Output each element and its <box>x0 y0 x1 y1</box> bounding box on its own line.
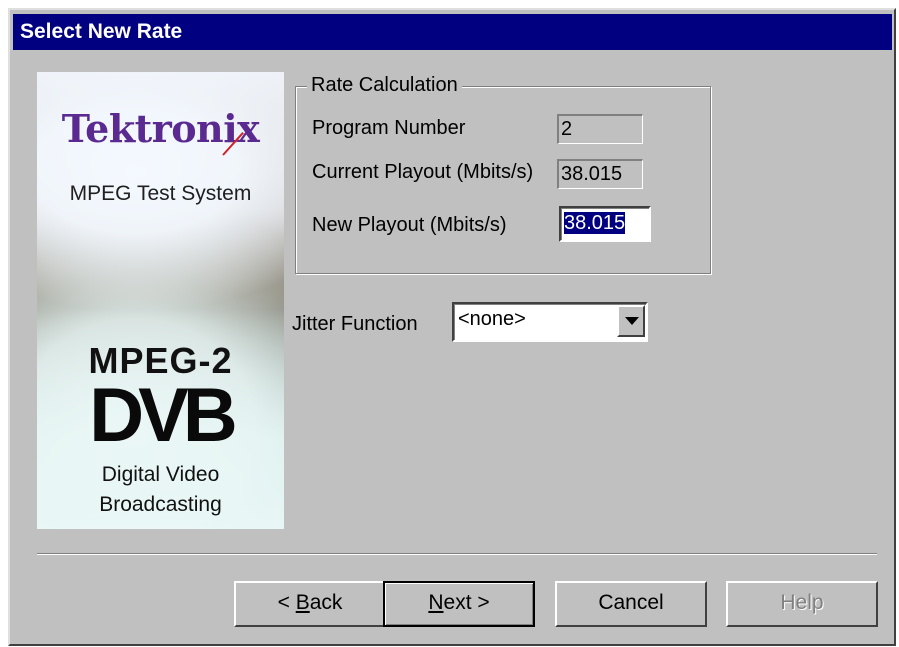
new-playout-input[interactable]: 38.015 <box>559 206 651 242</box>
cancel-button[interactable]: Cancel <box>555 581 707 627</box>
cancel-button-label: Cancel <box>598 591 664 614</box>
back-button[interactable]: < Back <box>234 581 386 627</box>
back-button-prefix: < <box>277 591 296 614</box>
current-playout-label: Current Playout (Mbits/s) <box>312 161 534 183</box>
dvb-caption-line1: Digital Video <box>101 463 220 486</box>
new-playout-value: 38.015 <box>564 212 626 234</box>
help-button-label: Help <box>780 591 824 614</box>
wizard-banner-image: Tektronix MPEG Test System MPEG-2 DVB Di… <box>37 72 284 529</box>
current-playout-field: 38.015 <box>557 159 643 189</box>
next-button-accesskey: N <box>428 591 444 614</box>
new-playout-label: New Playout (Mbits/s) <box>312 214 507 236</box>
jitter-function-label: Jitter Function <box>292 313 418 335</box>
banner-tagline: MPEG Test System <box>69 182 252 205</box>
dropdown-button[interactable] <box>617 305 645 337</box>
program-number-field: 2 <box>557 114 643 144</box>
back-button-accesskey: B <box>295 591 310 614</box>
title-bar: Select New Rate <box>13 14 892 50</box>
rate-calculation-legend: Rate Calculation <box>307 74 462 97</box>
back-button-label-rest: ack <box>309 591 343 614</box>
chevron-down-icon <box>625 317 639 325</box>
tektronix-logo: Tektronix <box>61 106 260 151</box>
wizard-dialog: Select New Rate Tektronix MPEG Test Syst… <box>8 8 896 646</box>
jitter-function-value: <none> <box>458 308 526 330</box>
help-button[interactable]: Help <box>726 581 878 627</box>
button-separator <box>37 553 877 555</box>
next-button[interactable]: Next > <box>383 581 535 627</box>
dvb-logo: DVB <box>89 373 237 458</box>
window-title: Select New Rate <box>20 20 183 43</box>
next-button-label-rest: ext > <box>443 591 490 614</box>
program-number-label: Program Number <box>312 117 466 139</box>
dvb-caption-line2: Broadcasting <box>99 493 222 516</box>
jitter-function-select[interactable]: <none> <box>452 302 648 342</box>
